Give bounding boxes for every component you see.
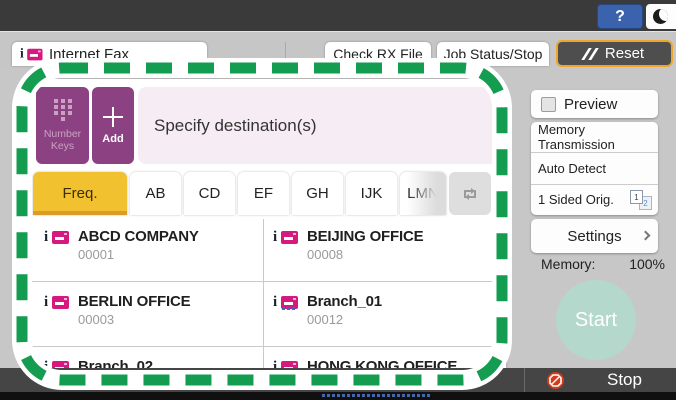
memory-status: Memory: 100% xyxy=(531,256,665,272)
original-sides-label: 1 Sided Orig. xyxy=(538,192,614,208)
stop-button[interactable]: Stop xyxy=(524,368,676,392)
index-tab-label: IJK xyxy=(360,185,383,202)
reset-label: Reset xyxy=(604,45,645,62)
memory-transmission-label: Memory Transmission xyxy=(538,122,615,153)
contact-name: BERLIN OFFICE xyxy=(78,293,191,310)
preview-button[interactable]: Preview xyxy=(531,90,658,118)
contact-grid: i ABCD COMPANY 00001 i BEIJING OFFICE 00… xyxy=(30,217,506,387)
one-sided-original-icon: 2 1 xyxy=(630,189,652,210)
contact-code: 00003 xyxy=(78,312,115,327)
index-tab[interactable]: Freq. xyxy=(33,172,127,215)
help-button[interactable]: ? xyxy=(597,4,643,29)
switch-address-list-button[interactable] xyxy=(449,172,491,215)
stop-label: Stop xyxy=(607,370,642,389)
moon-icon xyxy=(653,9,668,24)
contact-code: 00012 xyxy=(307,312,344,327)
contact-code: 00008 xyxy=(307,247,344,262)
send-settings-group: Memory Transmission Auto Detect 1 Sided … xyxy=(531,122,658,215)
destination-prompt: Specify destination(s) xyxy=(154,115,317,135)
destination-field[interactable]: Specify destination(s) xyxy=(138,87,498,164)
internet-fax-label: Internet Fax xyxy=(49,45,130,63)
header-divider xyxy=(285,42,286,62)
contact-name: ABCD COMPANY xyxy=(78,228,199,245)
index-tab-label: Freq. xyxy=(62,185,98,202)
index-tab[interactable]: IJK xyxy=(346,172,397,215)
start-button[interactable]: Start xyxy=(556,280,636,360)
job-status-stop-button[interactable]: Job Status/Stop xyxy=(437,42,549,66)
index-tab-label: GH xyxy=(306,185,329,202)
reset-icon xyxy=(581,47,599,60)
number-keys-label: Number Keys xyxy=(43,127,82,152)
memory-value: 100% xyxy=(629,256,665,272)
address-book-panel: Number Keys Add Specify destination(s) F… xyxy=(30,79,506,387)
fax-contact-icon: i xyxy=(273,229,299,249)
switch-icon xyxy=(464,187,476,200)
contact-cell[interactable]: i BEIJING OFFICE 00008 xyxy=(263,217,506,282)
preview-checkbox[interactable] xyxy=(541,96,556,112)
contact-cell[interactable]: i Branch_01 00012 xyxy=(263,282,506,347)
chevron-right-icon xyxy=(640,230,651,241)
check-rx-file-button[interactable]: Check RX File xyxy=(325,42,431,66)
number-keys-button[interactable]: Number Keys xyxy=(36,87,89,164)
auto-detect-label: Auto Detect xyxy=(538,160,606,176)
contact-cell[interactable]: i BERLIN OFFICE 00003 xyxy=(30,282,263,347)
index-tab-label: EF xyxy=(253,185,274,202)
fax-contact-icon: i xyxy=(273,294,299,314)
settings-button[interactable]: Settings xyxy=(531,219,658,253)
fax-contact-icon: i xyxy=(44,229,70,249)
preview-label: Preview xyxy=(564,95,618,113)
index-tab[interactable]: CD xyxy=(184,172,235,215)
sleep-mode-button[interactable] xyxy=(646,4,676,29)
index-tab-list: Freq. AB CD EF GH IJK LMN xyxy=(33,172,446,215)
index-tab[interactable]: EF xyxy=(238,172,289,215)
contact-cell[interactable]: i ABCD COMPANY 00001 xyxy=(30,217,263,282)
mfp-touch-screen: ? i Internet Fax Check RX File Job Statu… xyxy=(0,0,676,400)
index-tab[interactable]: GH xyxy=(292,172,343,215)
add-label: Add xyxy=(102,132,124,145)
index-tab[interactable]: LMN xyxy=(400,172,446,215)
internet-fax-tab[interactable]: i Internet Fax xyxy=(12,42,207,66)
stop-icon xyxy=(547,371,564,389)
fax-contact-icon: i xyxy=(44,294,70,314)
contact-code: 00001 xyxy=(78,247,115,262)
focus-indicator xyxy=(322,394,432,397)
keypad-icon xyxy=(53,98,72,121)
index-tab-label: CD xyxy=(198,185,221,202)
internet-fax-icon: i xyxy=(20,46,43,62)
memory-label: Memory: xyxy=(541,256,596,272)
start-label: Start xyxy=(574,308,618,331)
memory-transmission-button[interactable]: Memory Transmission xyxy=(531,122,658,154)
original-sides-button[interactable]: 1 Sided Orig. 2 1 xyxy=(531,185,658,215)
bottom-bar: Stop xyxy=(0,368,676,392)
index-tab-label: AB xyxy=(145,185,166,202)
add-icon xyxy=(103,106,123,127)
contact-name: Branch_01 xyxy=(307,293,382,310)
add-destination-button[interactable]: Add xyxy=(92,87,134,164)
contact-name: BEIJING OFFICE xyxy=(307,228,424,245)
index-tab[interactable]: AB xyxy=(130,172,181,215)
system-top-bar: ? xyxy=(0,0,676,32)
settings-label: Settings xyxy=(567,227,622,245)
auto-detect-button[interactable]: Auto Detect xyxy=(531,153,658,185)
reset-button[interactable]: Reset xyxy=(556,40,673,67)
